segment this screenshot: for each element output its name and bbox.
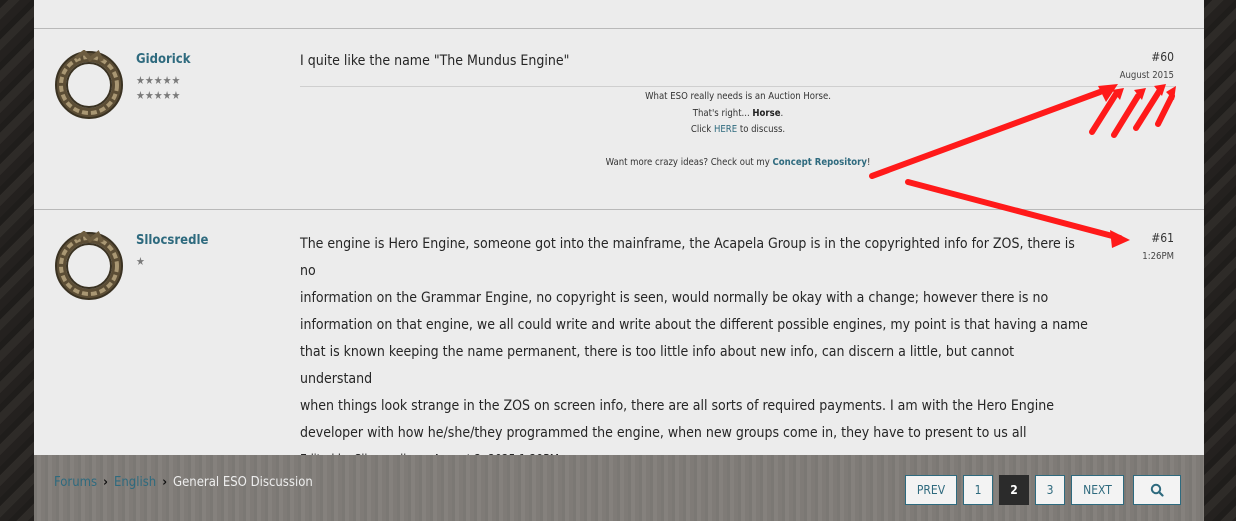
next-page-button[interactable]: NEXT	[1071, 475, 1124, 505]
author-name[interactable]: Sllocsredle	[136, 233, 208, 248]
breadcrumb-current: General ESO Discussion	[173, 475, 313, 490]
page-1-button[interactable]: 1	[963, 475, 993, 505]
signature-bold: Horse	[752, 107, 781, 119]
background-left	[0, 0, 34, 521]
prev-page-button[interactable]: PREV	[905, 475, 957, 505]
signature-link-here[interactable]: HERE	[714, 124, 737, 135]
signature-text: to discuss.	[737, 124, 786, 135]
thread-panel: Gidorick ★★★★★ ★★★★★ I quite like the na…	[34, 0, 1204, 466]
search-button[interactable]	[1133, 475, 1181, 505]
post-body-line: that is known keeping the name permanent…	[300, 344, 1015, 387]
page-3-button[interactable]: 3	[1035, 475, 1065, 505]
rank-stars: ★★★★★	[136, 74, 181, 87]
post-date[interactable]: 1:26PM	[1142, 251, 1174, 262]
breadcrumb-forums[interactable]: Forums	[54, 475, 97, 490]
signature-text: Click	[690, 124, 714, 135]
signature-line: What ESO really needs is an Auction Hors…	[645, 91, 831, 102]
signature-text: .	[780, 107, 784, 119]
post-body-line: developer with how he/she/they programme…	[300, 425, 1027, 441]
post-body-line: information on the Grammar Engine, no co…	[300, 290, 1049, 306]
search-icon	[1150, 483, 1164, 497]
avatar[interactable]	[54, 50, 124, 120]
breadcrumb: Forums › English › General ESO Discussion	[54, 475, 313, 490]
breadcrumb-english[interactable]: English	[114, 475, 156, 490]
post-number[interactable]: #60	[1151, 50, 1174, 64]
post-date[interactable]: August 2015	[1120, 70, 1174, 81]
signature-text: !	[866, 157, 871, 168]
post-body: I quite like the name "The Mundus Engine…	[300, 53, 570, 69]
post-body-line: information on that engine, we all could…	[300, 317, 1088, 333]
post-number[interactable]: #61	[1151, 231, 1174, 245]
chevron-right-icon: ›	[103, 475, 108, 490]
signature-text: Want more crazy ideas? Check out my	[605, 157, 773, 168]
chevron-right-icon: ›	[162, 475, 168, 490]
post-body: The engine is Hero Engine, someone got i…	[300, 231, 1090, 471]
page-2-button[interactable]: 2	[999, 475, 1029, 505]
avatar[interactable]	[54, 231, 124, 301]
rank-stars: ★★★★★	[136, 89, 181, 102]
post-body-line: when things look strange in the ZOS on s…	[300, 398, 1055, 414]
signature-link-concept-repository[interactable]: Concept Repository	[773, 157, 867, 168]
rank-stars: ★	[136, 255, 145, 268]
post-61: Sllocsredle ★ The engine is Hero Engine,…	[34, 209, 1204, 466]
post-60: Gidorick ★★★★★ ★★★★★ I quite like the na…	[34, 28, 1204, 209]
author-name[interactable]: Gidorick	[136, 52, 191, 67]
signature: What ESO really needs is an Auction Hors…	[300, 86, 1176, 172]
post-body-line: The engine is Hero Engine, someone got i…	[300, 236, 1075, 279]
signature-text: That's right...	[692, 107, 753, 119]
thread-footer: Forums › English › General ESO Discussion PR…	[34, 455, 1204, 521]
background-right	[1204, 0, 1236, 521]
